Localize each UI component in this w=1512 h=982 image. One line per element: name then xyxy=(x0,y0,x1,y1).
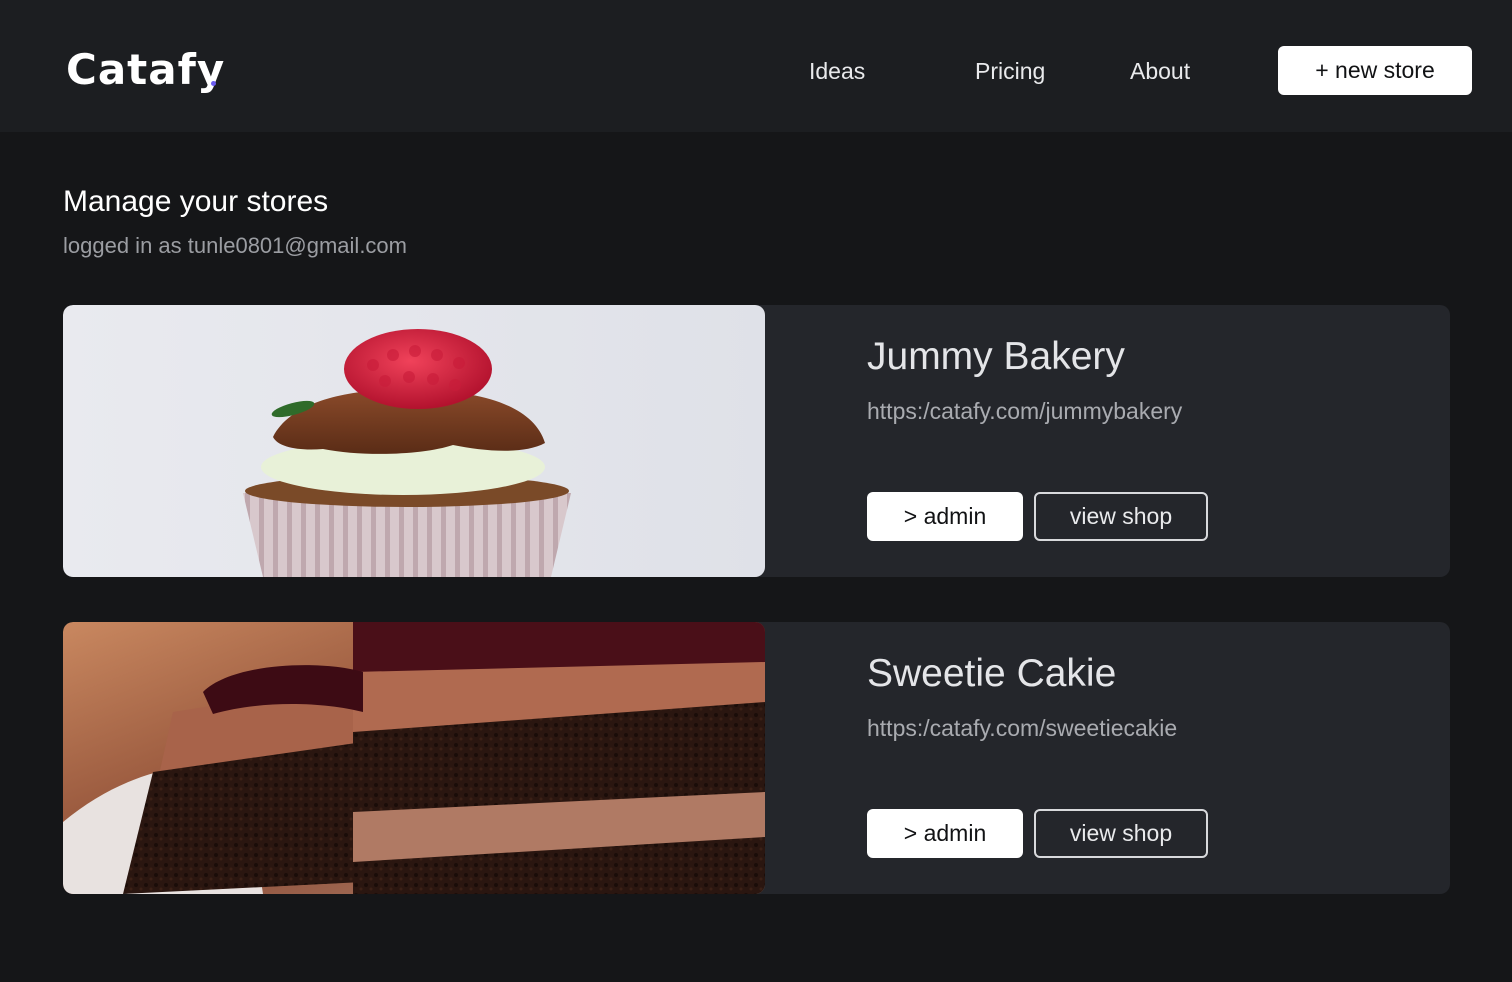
store-name: Sweetie Cakie xyxy=(867,652,1117,695)
store-image-chocolate-cake xyxy=(63,622,765,894)
logged-in-info: logged in as tunle0801@gmail.com xyxy=(63,233,407,258)
store-name: Jummy Bakery xyxy=(867,335,1125,378)
page-title: Manage your stores xyxy=(63,185,329,218)
top-navbar: Catafy Ideas Pricing About + new store xyxy=(0,0,1512,132)
store-image-cupcake xyxy=(63,305,765,577)
nav-link-ideas[interactable]: Ideas xyxy=(809,56,865,86)
store-url[interactable]: https:/catafy.com/jummybakery xyxy=(867,396,1182,426)
cupcake-photo xyxy=(63,305,765,577)
logo-text: Catafy xyxy=(66,45,226,94)
new-store-button[interactable]: + new store xyxy=(1278,46,1472,95)
admin-button[interactable]: > admin xyxy=(867,809,1023,858)
view-shop-button[interactable]: view shop xyxy=(1034,809,1208,858)
store-card-sweetie-cakie: Sweetie Cakie https:/catafy.com/sweetiec… xyxy=(63,622,1450,894)
catafy-logo[interactable]: Catafy xyxy=(66,44,225,100)
store-card-jummy-bakery: Jummy Bakery https:/catafy.com/jummybake… xyxy=(63,305,1450,577)
view-shop-button[interactable]: view shop xyxy=(1034,492,1208,541)
nav-link-pricing[interactable]: Pricing xyxy=(975,56,1045,86)
nav-link-about[interactable]: About xyxy=(1130,56,1190,86)
admin-button[interactable]: > admin xyxy=(867,492,1023,541)
chocolate-cake-photo xyxy=(63,622,765,894)
store-url[interactable]: https:/catafy.com/sweetiecakie xyxy=(867,713,1177,743)
